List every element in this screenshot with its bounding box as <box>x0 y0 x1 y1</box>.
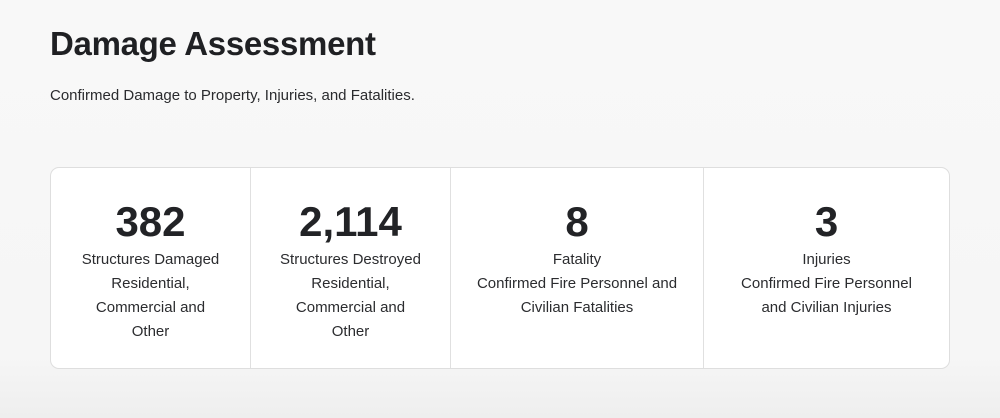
stat-value: 2,114 <box>299 198 402 245</box>
damage-stats-card: 382 Structures Damaged Residential, Comm… <box>50 167 950 369</box>
stat-description: Residential, Commercial and Other <box>95 275 206 340</box>
stat-label: Structures Destroyed <box>280 251 421 268</box>
stat-injuries: 3 Injuries Confirmed Fire Personnel and … <box>704 168 949 368</box>
stat-label: Injuries <box>802 251 851 268</box>
stat-value: 3 <box>814 198 839 245</box>
stat-label: Structures Damaged <box>81 251 220 268</box>
stat-description: Residential, Commercial and Other <box>295 275 406 340</box>
stat-structures-destroyed: 2,114 Structures Destroyed Residential, … <box>251 168 451 368</box>
stat-description: Confirmed Fire Personnel and Civilian Fa… <box>476 275 678 316</box>
stat-description: Confirmed Fire Personnel and Civilian In… <box>741 275 912 316</box>
page-header: Damage Assessment Confirmed Damage to Pr… <box>50 24 415 104</box>
stat-value: 8 <box>565 198 589 245</box>
stat-value: 382 <box>115 198 186 245</box>
stat-structures-damaged: 382 Structures Damaged Residential, Comm… <box>51 168 251 368</box>
page-subtitle: Confirmed Damage to Property, Injuries, … <box>50 87 415 104</box>
page-title: Damage Assessment <box>50 25 376 62</box>
stat-label: Fatality <box>552 251 602 268</box>
stat-fatalities: 8 Fatality Confirmed Fire Personnel and … <box>451 168 704 368</box>
